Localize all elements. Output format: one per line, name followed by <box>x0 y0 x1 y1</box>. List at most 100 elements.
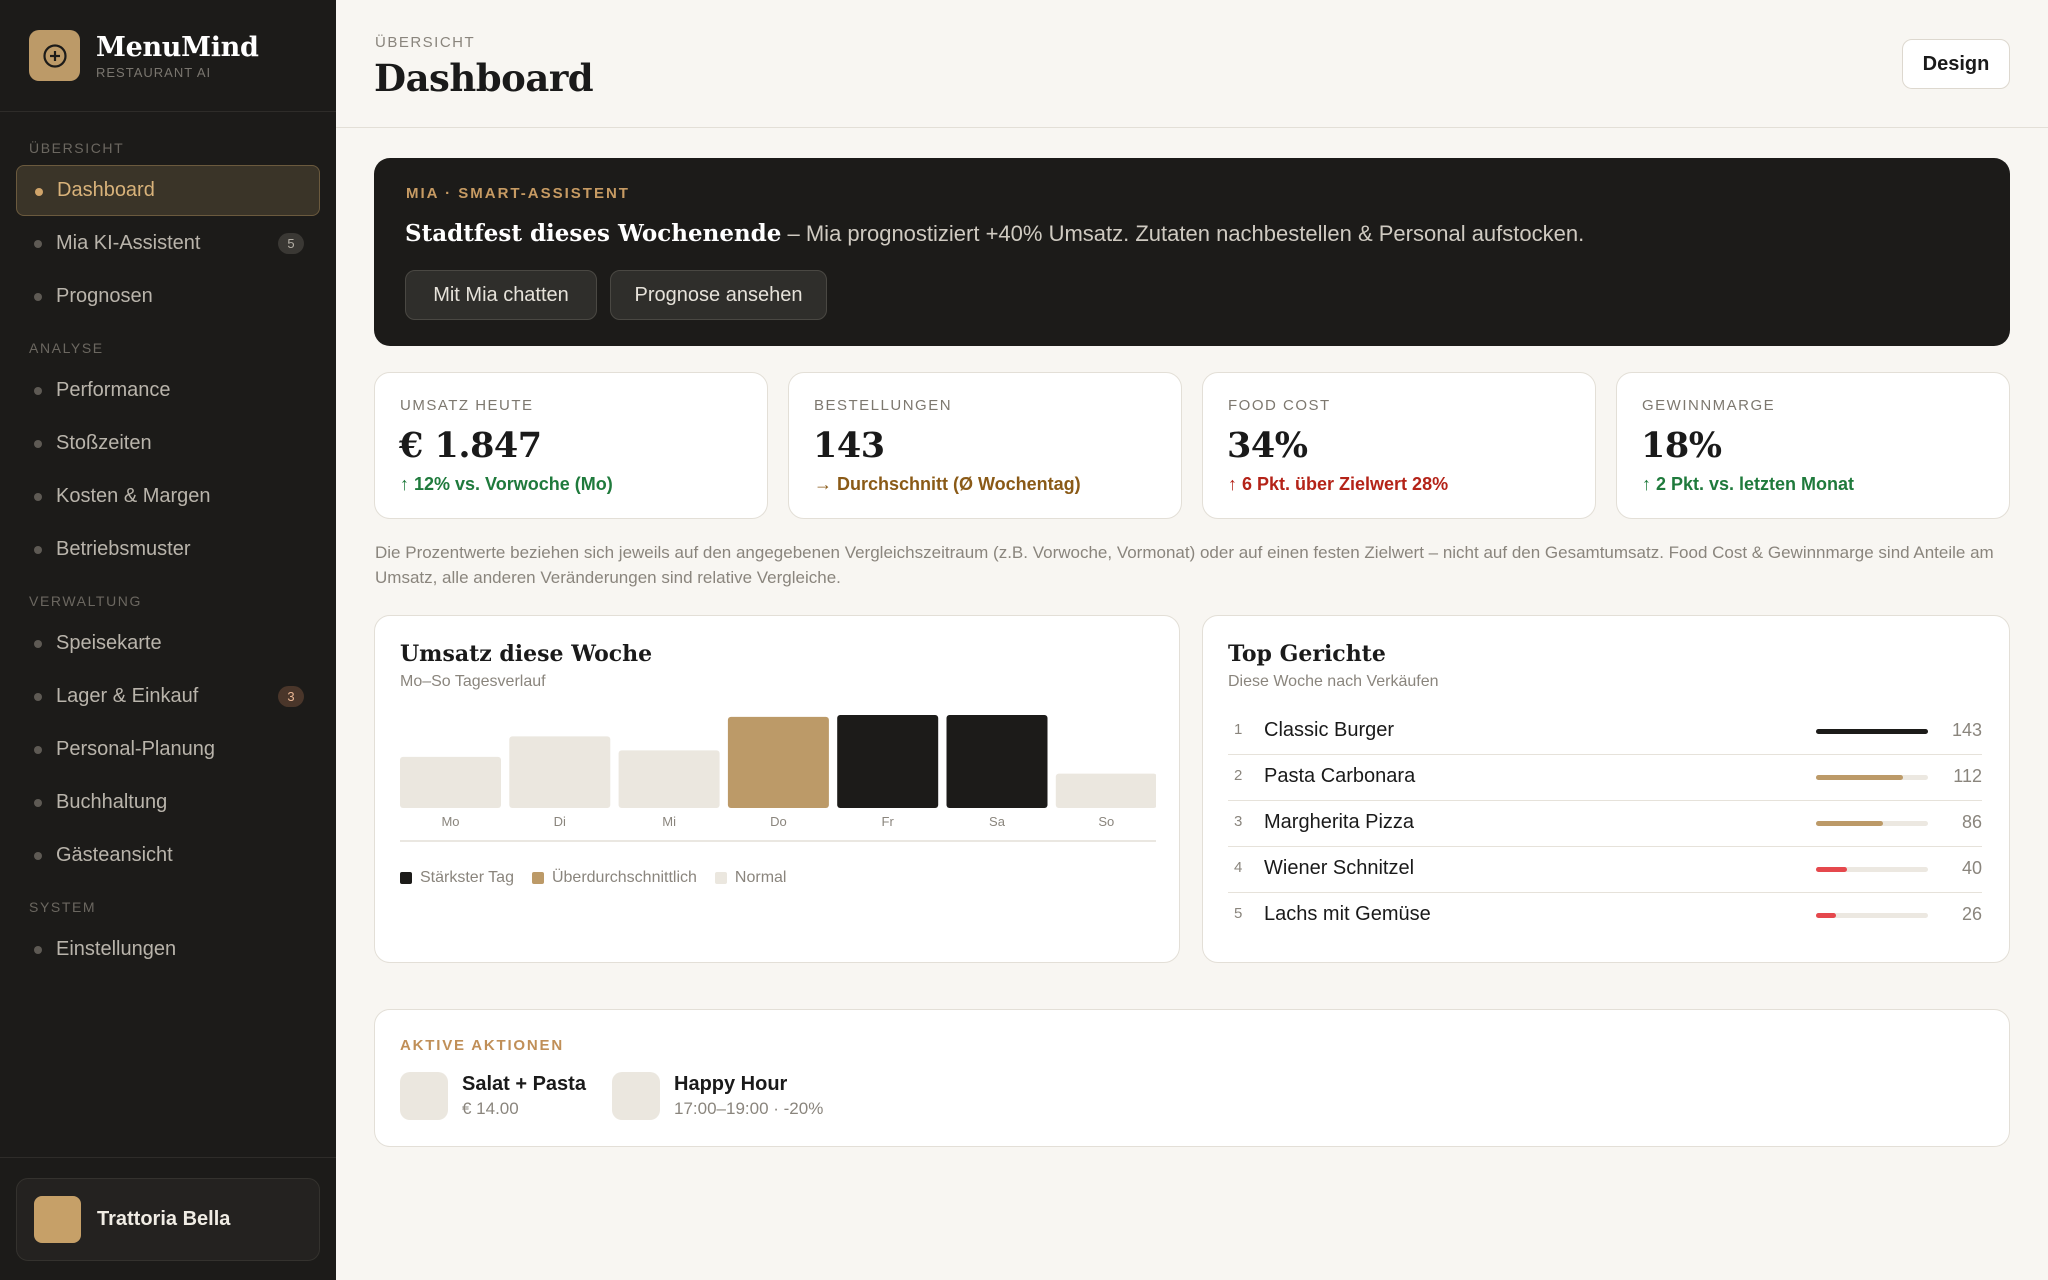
dish-row[interactable]: 4 Wiener Schnitzel 40 <box>1228 847 1982 893</box>
sidebar-nav: ÜBERSICHT Dashboard Mia KI-Assistent 5 P… <box>0 140 336 975</box>
legend-swatch <box>400 872 412 884</box>
view-forecast-button[interactable]: Prognose ansehen <box>610 270 827 320</box>
restaurant-switcher[interactable]: Trattoria Bella <box>16 1178 320 1261</box>
dish-sales-fill <box>1816 729 1928 734</box>
sidebar-item-label: Stoßzeiten <box>56 432 152 454</box>
promotion-thumbnail <box>612 1072 660 1120</box>
dish-name: Lachs mit Gemüse <box>1264 903 1431 925</box>
brand[interactable]: MenuMind RESTAURANT AI <box>0 0 336 112</box>
promotion-thumbnail <box>400 1072 448 1120</box>
bullet-icon <box>34 746 42 754</box>
section-label: AKTIVE AKTIONEN <box>400 1037 564 1054</box>
dish-rank: 5 <box>1234 905 1243 922</box>
avatar <box>34 1196 81 1243</box>
sidebar-item-lager-einkauf[interactable]: Lager & Einkauf 3 <box>16 671 320 722</box>
promotion-item[interactable]: Happy Hour 17:00–19:00 · -20% <box>612 1072 823 1120</box>
dish-name: Pasta Carbonara <box>1264 765 1416 787</box>
legend-strongest: Stärkster Tag <box>400 869 514 887</box>
kpi-delta: ↑ 2 Pkt. vs. letzten Monat <box>1642 474 1855 494</box>
sidebar-item-label: Gästeansicht <box>56 844 173 866</box>
dish-rank: 2 <box>1234 767 1243 784</box>
kpi-card-food-cost[interactable]: FOOD COST 34% ↑ 6 Pkt. über Zielwert 28% <box>1202 372 1596 519</box>
kpi-label: BESTELLUNGEN <box>814 397 953 414</box>
kpi-value: 143 <box>813 425 885 466</box>
promotion-detail: € 14.00 <box>462 1099 519 1118</box>
chat-with-mia-button[interactable]: Mit Mia chatten <box>405 270 597 320</box>
bar-mo[interactable] <box>400 756 501 808</box>
sidebar-item-buchhaltung[interactable]: Buchhaltung <box>16 777 320 828</box>
sidebar-item-betriebsmuster[interactable]: Betriebsmuster <box>16 524 320 575</box>
bar-fr[interactable] <box>837 715 939 808</box>
brand-name: MenuMind <box>96 31 259 63</box>
kpi-label: FOOD COST <box>1228 397 1331 414</box>
dish-row[interactable]: 2 Pasta Carbonara 112 <box>1228 755 1982 801</box>
kpi-value: 18% <box>1641 425 1722 466</box>
sidebar-item-label: Mia KI-Assistent <box>56 232 201 254</box>
sidebar-item-performance[interactable]: Performance <box>16 365 320 416</box>
sidebar-footer: Trattoria Bella <box>0 1157 336 1280</box>
bar-do[interactable] <box>727 716 829 808</box>
notification-badge: 5 <box>278 233 304 254</box>
bar-mi[interactable] <box>618 750 720 808</box>
dish-sales-bar <box>1816 867 1928 872</box>
sidebar-item-dashboard[interactable]: Dashboard <box>16 165 320 216</box>
x-tick-label: Sa <box>989 814 1006 829</box>
kpi-card-revenue[interactable]: UMSATZ HEUTE € 1.847 ↑ 12% vs. Vorwoche … <box>374 372 768 519</box>
bullet-icon <box>34 546 42 554</box>
sidebar-item-label: Speisekarte <box>56 632 162 654</box>
dish-name: Margherita Pizza <box>1264 811 1415 833</box>
bullet-icon <box>34 640 42 648</box>
dish-sales-bar <box>1816 913 1928 918</box>
dish-row[interactable]: 5 Lachs mit Gemüse 26 <box>1228 893 1982 939</box>
card-subtitle: Mo–So Tagesverlauf <box>400 673 546 690</box>
x-tick-label: Mi <box>662 814 676 829</box>
mia-tag: MIA · SMART-ASSISTENT <box>406 185 630 202</box>
kpi-card-profit-margin[interactable]: GEWINNMARGE 18% ↑ 2 Pkt. vs. letzten Mon… <box>1616 372 2010 519</box>
legend-normal: Normal <box>714 869 787 887</box>
sidebar-item-kosten-margen[interactable]: Kosten & Margen <box>16 471 320 522</box>
dish-row[interactable]: 1 Classic Burger 143 <box>1228 709 1982 755</box>
dish-sales-bar <box>1816 729 1928 734</box>
bullet-icon <box>34 240 42 248</box>
kpi-delta: ↑ 6 Pkt. über Zielwert 28% <box>1228 474 1449 494</box>
legend-label: Normal <box>734 869 787 886</box>
sidebar-item-mia-assistant[interactable]: Mia KI-Assistent 5 <box>16 218 320 269</box>
sidebar-item-stosszeiten[interactable]: Stoßzeiten <box>16 418 320 469</box>
sidebar-item-label: Performance <box>56 379 171 401</box>
card-title: Top Gerichte <box>1228 641 1386 667</box>
chart-legend: Stärkster Tag Überdurchschnittlich Norma… <box>400 869 786 887</box>
kpi-label: UMSATZ HEUTE <box>400 397 534 414</box>
dish-count: 40 <box>1961 858 1982 878</box>
sidebar-item-label: Betriebsmuster <box>56 538 191 560</box>
sidebar-item-prognosen[interactable]: Prognosen <box>16 271 320 322</box>
page-title: Dashboard <box>374 56 594 100</box>
bullet-icon <box>35 188 43 196</box>
kpi-delta: → Durchschnitt (Ø Wochentag) <box>814 474 1081 494</box>
dish-name: Wiener Schnitzel <box>1264 857 1415 879</box>
promotion-item[interactable]: Salat + Pasta € 14.00 <box>400 1072 586 1120</box>
x-tick-label: Do <box>770 814 787 829</box>
x-tick-label: Di <box>554 814 566 829</box>
kpi-card-orders[interactable]: BESTELLUNGEN 143 → Durchschnitt (Ø Woche… <box>788 372 1182 519</box>
nav-section-overview: ÜBERSICHT <box>29 140 125 156</box>
bar-sa[interactable] <box>946 715 1048 808</box>
kpi-label: GEWINNMARGE <box>1642 397 1776 414</box>
sidebar-item-gaesteansicht[interactable]: Gästeansicht <box>16 830 320 881</box>
sidebar-item-speisekarte[interactable]: Speisekarte <box>16 618 320 669</box>
sidebar-item-label: Buchhaltung <box>56 791 168 813</box>
dish-row[interactable]: 3 Margherita Pizza 86 <box>1228 801 1982 847</box>
legend-label: Stärkster Tag <box>420 869 514 886</box>
bar-so[interactable] <box>1055 773 1156 808</box>
promotion-detail: 17:00–19:00 · -20% <box>674 1099 824 1118</box>
bar-di[interactable] <box>509 736 611 808</box>
weekly-bar-chart: Mo Di Mi Do Fr Sa So <box>400 715 1156 842</box>
design-button[interactable]: Design <box>1902 39 2010 89</box>
dish-sales-fill <box>1816 775 1904 780</box>
sidebar-item-personal-planung[interactable]: Personal-Planung <box>16 724 320 775</box>
sidebar-item-label: Lager & Einkauf <box>56 685 199 707</box>
sidebar-item-label: Kosten & Margen <box>56 485 211 507</box>
topbar: ÜBERSICHT Dashboard Design <box>336 0 2048 128</box>
sidebar-item-einstellungen[interactable]: Einstellungen <box>16 924 320 975</box>
dish-count: 86 <box>1961 812 1982 832</box>
breadcrumb[interactable]: ÜBERSICHT <box>375 34 475 51</box>
